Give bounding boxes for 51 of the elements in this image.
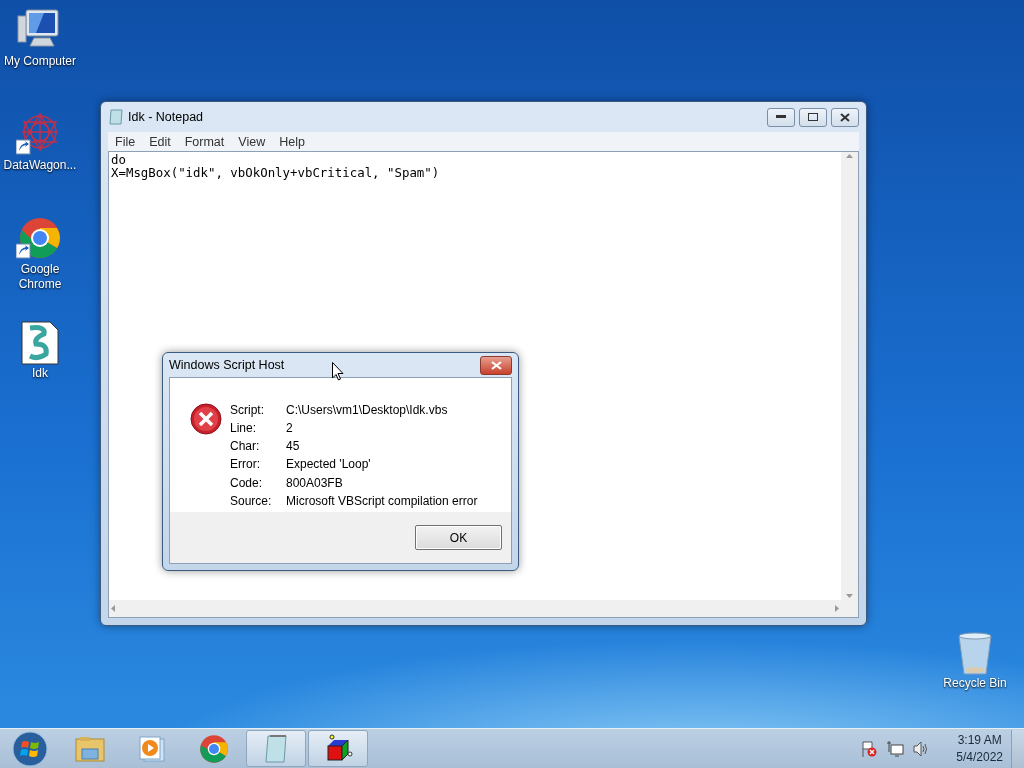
field-value: 2 bbox=[286, 421, 294, 438]
menu-item[interactable]: View bbox=[231, 134, 273, 149]
close-button[interactable] bbox=[480, 355, 512, 375]
field-label: Line: bbox=[230, 421, 258, 438]
error-icon bbox=[190, 403, 222, 435]
menu-item[interactable]: Edit bbox=[142, 134, 178, 149]
field-value: C:\Users\vm1\Desktop\Idk.vbs bbox=[286, 403, 449, 419]
clock-date[interactable]: 5/4/2022 bbox=[956, 748, 1003, 766]
field-value: Expected 'Loop' bbox=[286, 457, 372, 474]
start-button[interactable] bbox=[11, 729, 49, 768]
horizontal-scrollbar[interactable] bbox=[109, 600, 841, 617]
field-label: Script: bbox=[230, 403, 265, 419]
desktop-icon-label[interactable]: My Computer bbox=[1, 54, 79, 69]
menu-item[interactable]: Format bbox=[177, 134, 232, 149]
ok-button[interactable]: OK bbox=[415, 525, 502, 550]
field-label: Char: bbox=[230, 439, 261, 456]
taskbar-button[interactable] bbox=[308, 730, 368, 767]
close-icon bbox=[840, 112, 850, 122]
scroll-right-icon bbox=[835, 605, 839, 612]
scroll-up-icon bbox=[846, 154, 853, 158]
desktop-icon-label[interactable]: Idk bbox=[1, 366, 79, 381]
network-icon[interactable] bbox=[886, 739, 905, 758]
dialog-title: Windows Script Host bbox=[169, 358, 285, 372]
maximize-icon bbox=[808, 113, 818, 121]
field-label: Error: bbox=[230, 457, 261, 474]
desktop-icon-label[interactable]: DataWagon... bbox=[1, 158, 79, 173]
field-value: Microsoft VBScript compilation error bbox=[286, 493, 478, 510]
notepad-icon bbox=[108, 109, 124, 125]
clock-time[interactable]: 3:19 AM bbox=[957, 731, 1002, 749]
field-value: 45 bbox=[286, 439, 301, 456]
browser-icon bbox=[199, 733, 229, 764]
notepad-icon bbox=[262, 733, 290, 764]
text-area[interactable]: do X=MsgBox("idk", vbOkOnly+vbCritical, "Spam") bbox=[109, 152, 442, 180]
field-label: Code: bbox=[230, 475, 264, 492]
vertical-scrollbar[interactable] bbox=[841, 152, 858, 600]
action-center-icon[interactable] bbox=[860, 739, 879, 758]
media-player-icon bbox=[138, 734, 166, 763]
close-button[interactable] bbox=[831, 107, 859, 127]
minimize-button[interactable] bbox=[767, 107, 795, 127]
field-label: Source: bbox=[230, 493, 273, 510]
menu-item[interactable]: File bbox=[108, 134, 143, 149]
field-value: 800A03FB bbox=[286, 475, 344, 492]
window-title: Idk - Notepad bbox=[128, 110, 204, 124]
close-icon bbox=[490, 360, 502, 370]
folder-icon bbox=[74, 734, 106, 763]
desktop-icon-label[interactable]: Google Chrome bbox=[1, 262, 79, 292]
maximize-button[interactable] bbox=[799, 107, 827, 127]
menu-item[interactable]: Help bbox=[272, 134, 312, 149]
scroll-left-icon bbox=[111, 605, 115, 612]
minimize-icon bbox=[776, 115, 786, 119]
scroll-down-icon bbox=[846, 594, 853, 598]
